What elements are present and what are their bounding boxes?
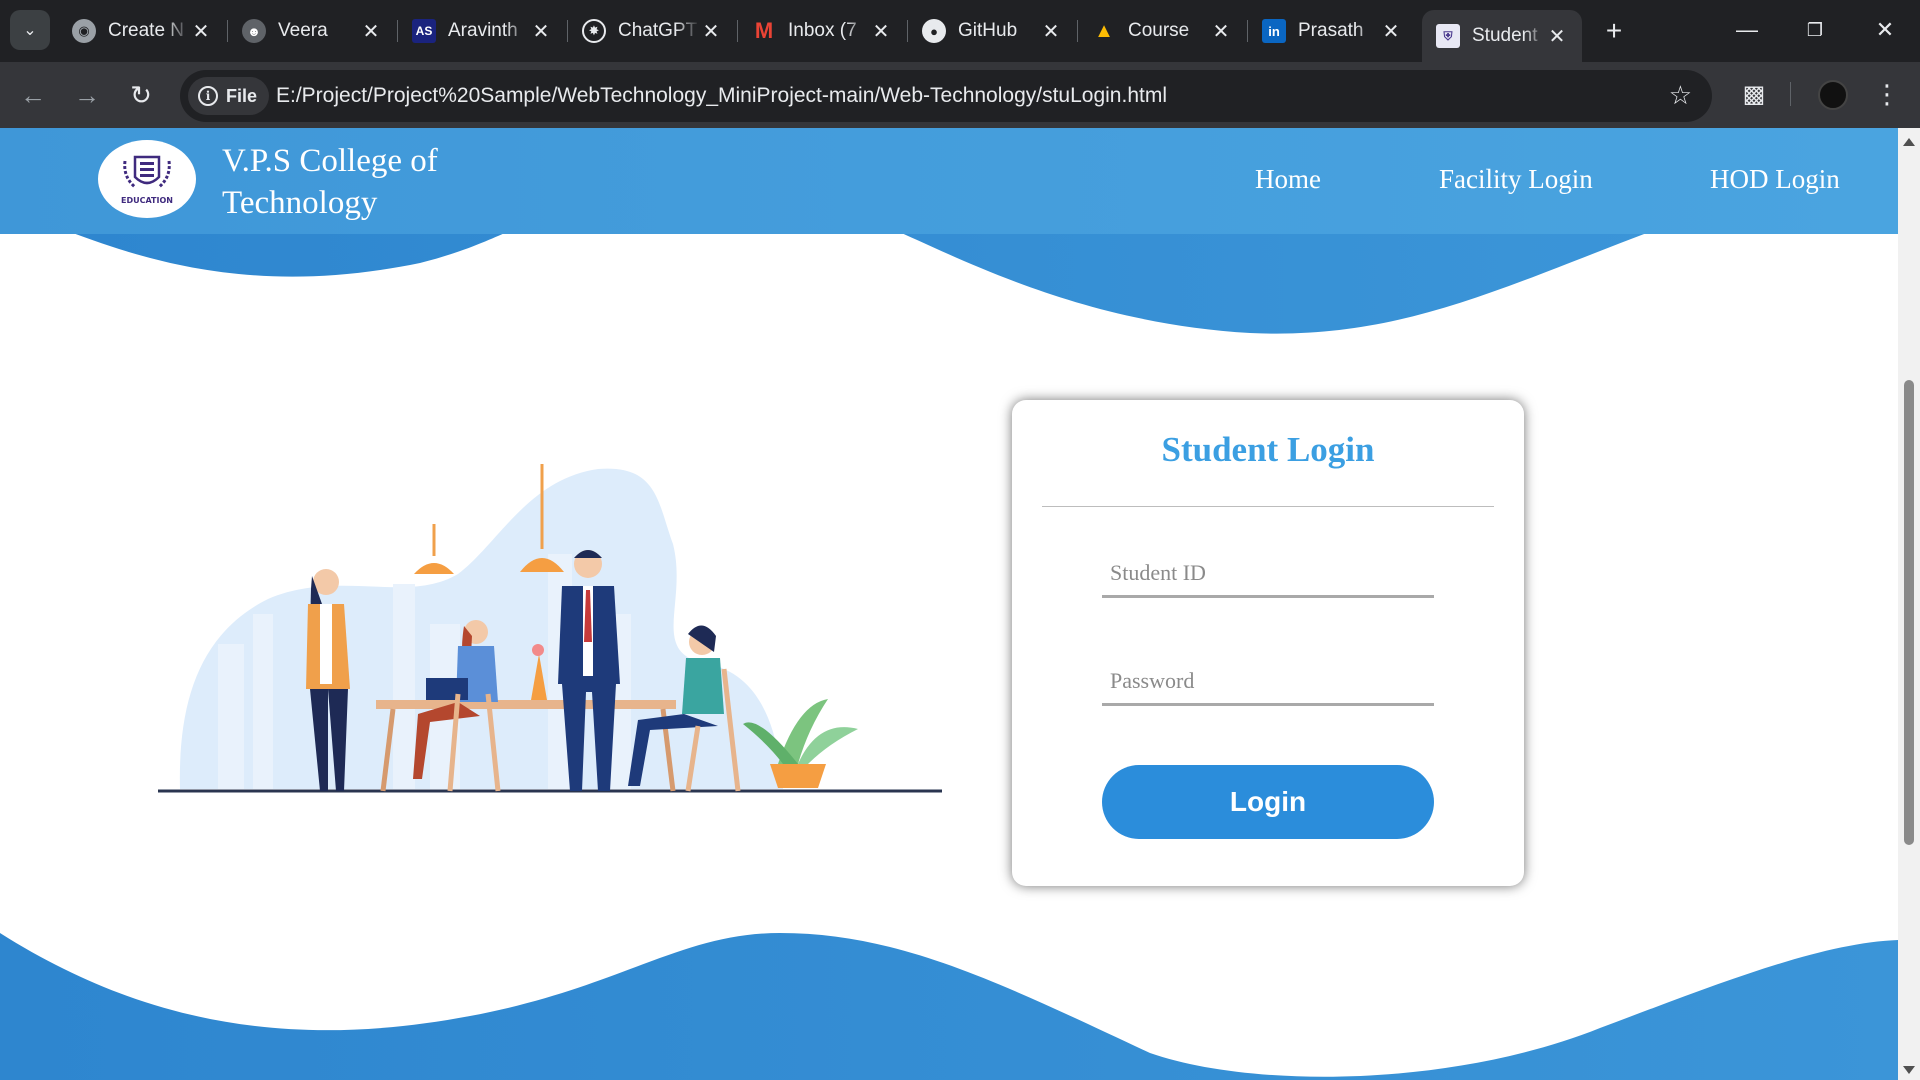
tab-course[interactable]: ▲ Course ✕ bbox=[1078, 10, 1248, 52]
browser-menu-icon[interactable]: ⋮ bbox=[1872, 76, 1902, 112]
nav-home[interactable]: Home bbox=[1255, 164, 1321, 195]
close-icon[interactable]: ✕ bbox=[700, 19, 722, 44]
close-icon[interactable]: ✕ bbox=[360, 19, 382, 44]
linkedin-icon: in bbox=[1262, 19, 1286, 43]
college-icon: ⛨ bbox=[1436, 24, 1460, 48]
nav-hod-login[interactable]: HOD Login bbox=[1710, 164, 1840, 195]
restore-button[interactable]: ❐ bbox=[1790, 10, 1840, 50]
close-icon[interactable]: ✕ bbox=[1546, 24, 1568, 49]
drive-icon: ▲ bbox=[1094, 19, 1114, 42]
as-icon: AS bbox=[412, 19, 436, 43]
college-name-line1: V.P.S College of bbox=[222, 143, 438, 179]
page-viewport: EDUCATION V.P.S College of Technology Ho… bbox=[0, 128, 1898, 1080]
arrow-right-icon: → bbox=[74, 80, 100, 110]
forward-button[interactable]: → bbox=[68, 76, 106, 114]
close-icon[interactable]: ✕ bbox=[1040, 19, 1062, 44]
reload-icon: ↻ bbox=[130, 80, 152, 110]
tab-github[interactable]: ● GitHub ✕ bbox=[908, 10, 1078, 52]
profile-avatar[interactable] bbox=[1818, 80, 1848, 110]
tab-title: Prasath bbox=[1298, 20, 1364, 41]
tab-title: Course bbox=[1128, 20, 1190, 41]
gmail-icon: M bbox=[754, 18, 774, 43]
team-meeting-illustration bbox=[158, 464, 942, 793]
tab-title: ChatGPT bbox=[618, 20, 698, 41]
vertical-scrollbar[interactable] bbox=[1898, 128, 1920, 1080]
college-name: V.P.S College of Technology bbox=[222, 140, 482, 224]
site-header: EDUCATION V.P.S College of Technology Ho… bbox=[0, 128, 1898, 234]
close-icon[interactable]: ✕ bbox=[1210, 19, 1232, 44]
title-divider bbox=[1042, 506, 1494, 507]
nav-facility-login[interactable]: Facility Login bbox=[1439, 164, 1593, 195]
info-icon: i bbox=[198, 86, 218, 106]
tab-title: Inbox (7 bbox=[788, 20, 857, 41]
tab-title: Veera bbox=[278, 20, 328, 41]
chevron-down-icon: ⌄ bbox=[23, 22, 37, 39]
close-icon[interactable]: ✕ bbox=[530, 19, 552, 44]
back-button[interactable]: ← bbox=[14, 76, 52, 114]
crest-icon: EDUCATION bbox=[121, 155, 173, 205]
address-bar[interactable]: i File E:/Project/Project%20Sample/WebTe… bbox=[180, 70, 1712, 122]
login-button[interactable]: Login bbox=[1102, 765, 1434, 839]
scroll-thumb[interactable] bbox=[1904, 380, 1914, 845]
site-info-chip[interactable]: i File bbox=[188, 77, 270, 115]
tab-title: GitHub bbox=[958, 20, 1018, 41]
tab-create[interactable]: ◉ Create N ✕ bbox=[58, 10, 228, 52]
logo-text: EDUCATION bbox=[121, 196, 173, 205]
tab-aravinth[interactable]: AS Aravinth ✕ bbox=[398, 10, 568, 52]
url-text[interactable]: E:/Project/Project%20Sample/WebTechnolog… bbox=[276, 84, 1167, 108]
bottom-wave bbox=[0, 933, 1898, 1080]
college-logo[interactable]: EDUCATION bbox=[98, 140, 196, 218]
tab-search-button[interactable]: ⌄ bbox=[10, 10, 50, 50]
tab-chatgpt[interactable]: ✸ ChatGPT ✕ bbox=[568, 10, 738, 52]
login-card: Student Login Login bbox=[1012, 400, 1524, 886]
tab-title: Student bbox=[1472, 25, 1538, 46]
scheme-label: File bbox=[226, 85, 258, 106]
arrow-left-icon: ← bbox=[20, 80, 46, 110]
tab-inbox[interactable]: M Inbox (7 ✕ bbox=[738, 10, 908, 52]
bookmark-star-icon[interactable]: ☆ bbox=[1669, 80, 1692, 111]
college-name-line2: Technology bbox=[222, 185, 378, 221]
scroll-up-arrow[interactable] bbox=[1903, 138, 1915, 146]
close-icon[interactable]: ✕ bbox=[870, 19, 892, 44]
browser-toolbar: ← → ↻ i File E:/Project/Project%20Sample… bbox=[0, 62, 1920, 128]
tab-strip: ⌄ ◉ Create N ✕ ☻ Veera ✕ AS Aravinth ✕ ✸… bbox=[0, 0, 1920, 62]
tab-title: Aravinth bbox=[448, 20, 518, 41]
minimize-button[interactable]: — bbox=[1722, 10, 1772, 50]
tab-student[interactable]: ⛨ Student ✕ bbox=[1422, 10, 1582, 62]
login-title: Student Login bbox=[1161, 430, 1375, 469]
new-tab-button[interactable]: + bbox=[1596, 14, 1632, 50]
close-icon[interactable]: ✕ bbox=[1380, 19, 1402, 44]
top-wave bbox=[60, 228, 1660, 334]
toolbar-divider bbox=[1790, 82, 1791, 106]
tab-title: Create N bbox=[108, 20, 185, 41]
password-input[interactable] bbox=[1102, 658, 1434, 706]
github-icon: ● bbox=[922, 19, 946, 43]
close-window-button[interactable]: ✕ bbox=[1860, 10, 1910, 50]
reload-button[interactable]: ↻ bbox=[122, 76, 160, 114]
chatgpt-icon: ✸ bbox=[582, 19, 606, 43]
profile-icon: ☻ bbox=[242, 19, 266, 43]
extensions-icon[interactable]: ▩ bbox=[1740, 80, 1768, 108]
tab-veera[interactable]: ☻ Veera ✕ bbox=[228, 10, 398, 52]
globe-icon: ◉ bbox=[72, 19, 96, 43]
tab-prasath[interactable]: in Prasath ✕ bbox=[1248, 10, 1416, 52]
student-id-input[interactable] bbox=[1102, 550, 1434, 598]
scroll-down-arrow[interactable] bbox=[1903, 1066, 1915, 1074]
close-icon[interactable]: ✕ bbox=[190, 19, 212, 44]
